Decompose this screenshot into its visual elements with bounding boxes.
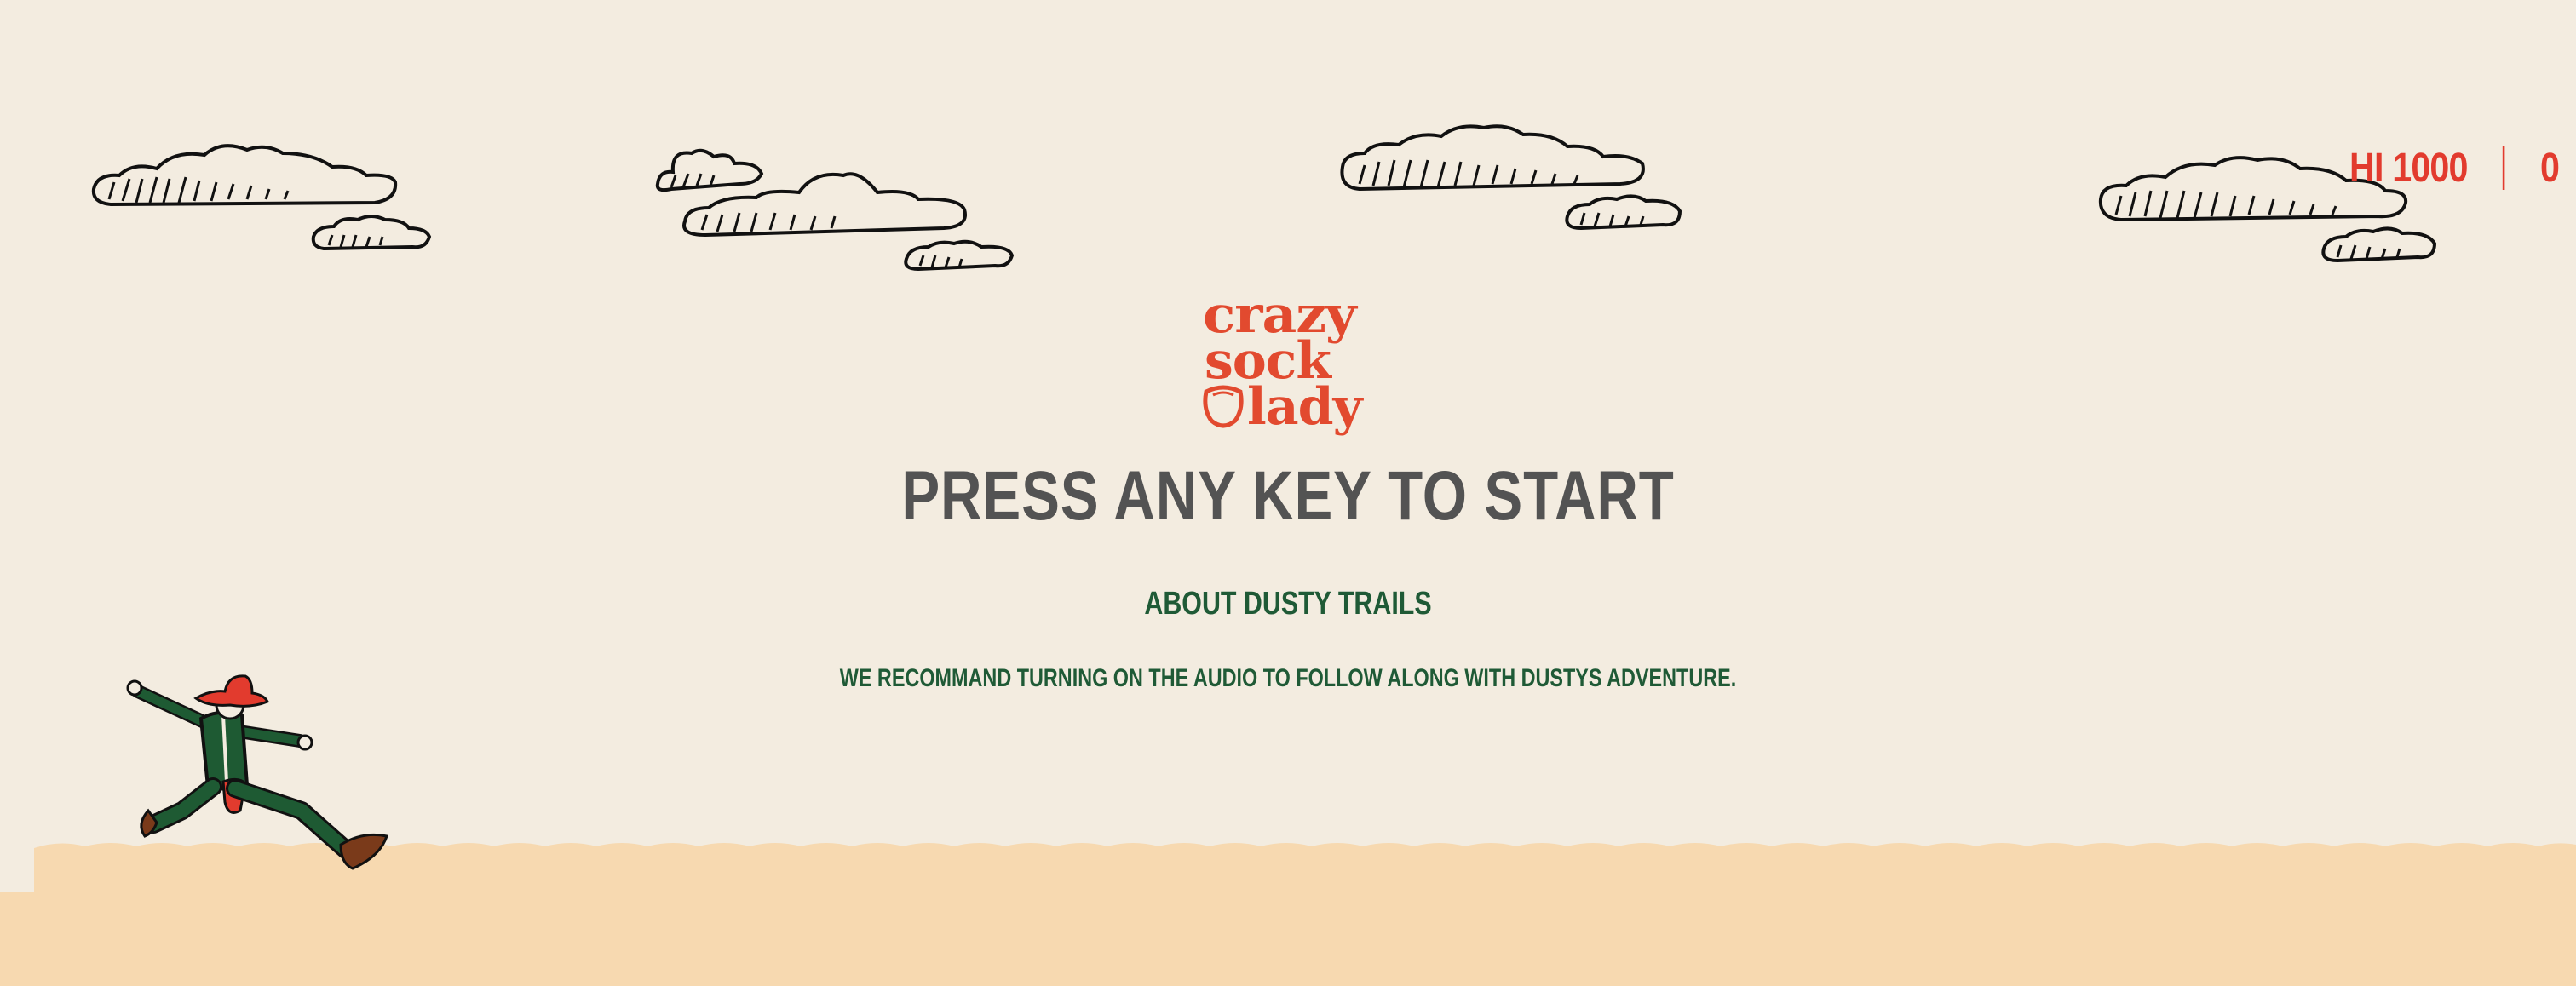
score-divider [2502, 146, 2505, 190]
start-prompt: PRESS ANY KEY TO START [901, 457, 1675, 535]
game-stage[interactable]: HI 1000 0 crazy sock lady PRESS ANY KEY … [0, 0, 2576, 986]
cowboy-runner-icon [123, 674, 404, 875]
cloud-icon [85, 136, 443, 264]
brand-logo: crazy sock lady [1199, 289, 1378, 434]
cloud-icon [654, 145, 1029, 281]
sock-icon [1201, 383, 1245, 433]
cloud-icon [1339, 119, 1697, 247]
about-link[interactable]: ABOUT DUSTY TRAILS [257, 588, 2318, 620]
current-score: 0 [2539, 145, 2560, 191]
score-display: HI 1000 0 [2349, 141, 2560, 194]
high-score: HI 1000 [2349, 145, 2468, 191]
audio-recommendation: WE RECOMMAND TURNING ON THE AUDIO TO FOL… [839, 664, 1737, 692]
logo-line-3: lady [1247, 377, 1362, 437]
